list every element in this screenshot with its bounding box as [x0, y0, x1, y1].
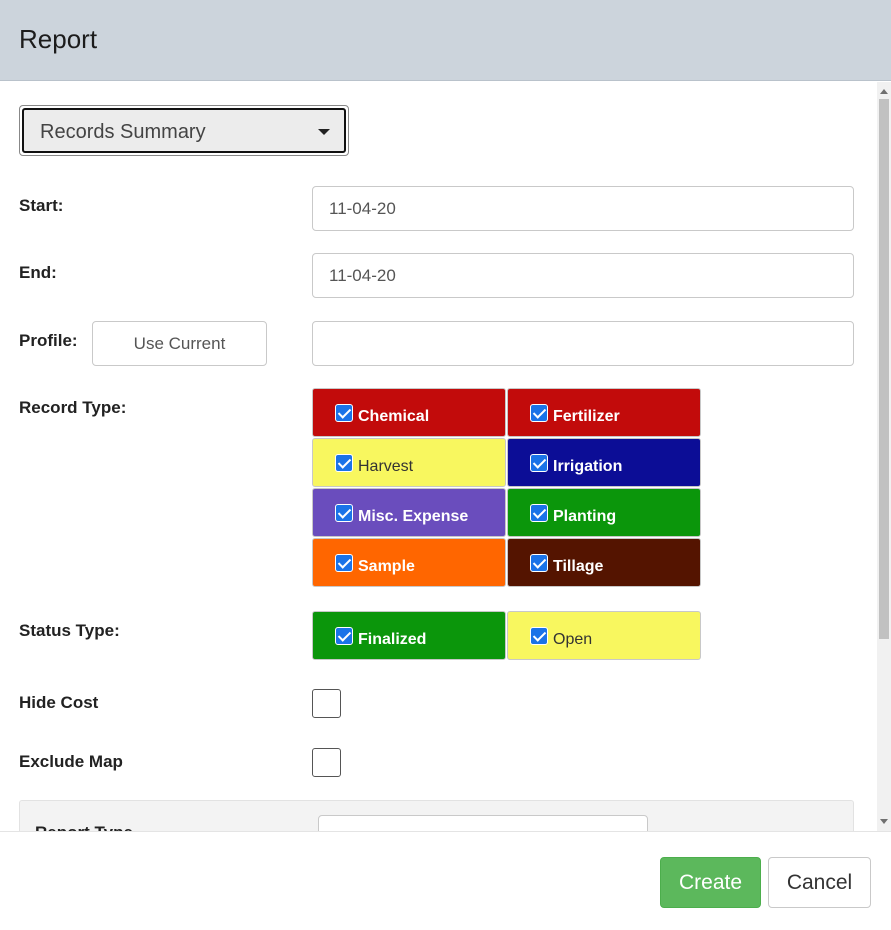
option-chemical[interactable]: Chemical [312, 388, 506, 437]
checked-checkbox-icon[interactable] [530, 504, 548, 522]
option-label: Chemical [358, 408, 430, 425]
modal-header: Report [0, 0, 891, 81]
exclude-map-label: Exclude Map [19, 752, 123, 771]
use-current-button[interactable]: Use Current [92, 321, 267, 366]
scroll-up-arrow-icon[interactable] [880, 89, 888, 94]
report-type-dropdown-inner[interactable]: Records Summary [22, 108, 346, 153]
report-type-label: Report Type [35, 823, 133, 831]
option-planting[interactable]: Planting [507, 488, 701, 537]
chevron-down-icon [318, 129, 330, 135]
checked-checkbox-icon[interactable] [335, 404, 353, 422]
start-date-input[interactable]: 11-04-20 [312, 186, 854, 231]
option-label: Fertilizer [553, 408, 620, 425]
option-misc-expense[interactable]: Misc. Expense [312, 488, 506, 537]
option-harvest[interactable]: Harvest [312, 438, 506, 487]
checked-checkbox-icon[interactable] [335, 504, 353, 522]
modal-title: Report [19, 24, 98, 54]
report-type-select[interactable] [318, 815, 648, 831]
scroll-down-arrow-icon[interactable] [880, 819, 888, 824]
option-tillage[interactable]: Tillage [507, 538, 701, 587]
checked-checkbox-icon[interactable] [335, 454, 353, 472]
end-label: End: [19, 263, 57, 282]
option-label: Sample [358, 558, 415, 575]
vertical-scrollbar[interactable] [877, 82, 891, 831]
modal-body: Records Summary Start: 11-04-20 End: 11-… [0, 82, 877, 831]
start-label: Start: [19, 196, 64, 215]
checked-checkbox-icon[interactable] [530, 454, 548, 472]
option-open[interactable]: Open [507, 611, 701, 660]
option-label: Planting [553, 508, 617, 525]
record-type-label: Record Type: [19, 398, 127, 417]
report-type-dropdown-value: Records Summary [40, 121, 206, 143]
option-label: Irrigation [553, 458, 623, 475]
hide-cost-label: Hide Cost [19, 693, 99, 712]
create-button[interactable]: Create [660, 857, 761, 908]
end-date-input[interactable]: 11-04-20 [312, 253, 854, 298]
option-sample[interactable]: Sample [312, 538, 506, 587]
checked-checkbox-icon[interactable] [335, 627, 353, 645]
option-label: Tillage [553, 558, 604, 575]
report-type-dropdown[interactable]: Records Summary [19, 105, 349, 156]
option-label: Open [553, 631, 593, 648]
profile-label: Profile: [19, 331, 78, 350]
scrollbar-thumb[interactable] [879, 99, 889, 639]
report-type-panel: Report Type [19, 800, 854, 831]
option-label: Finalized [358, 631, 427, 648]
option-fertilizer[interactable]: Fertilizer [507, 388, 701, 437]
option-irrigation[interactable]: Irrigation [507, 438, 701, 487]
option-label: Misc. Expense [358, 508, 469, 525]
hide-cost-checkbox[interactable] [312, 689, 341, 718]
status-type-label: Status Type: [19, 621, 120, 640]
profile-input[interactable] [312, 321, 854, 366]
checked-checkbox-icon[interactable] [335, 554, 353, 572]
checked-checkbox-icon[interactable] [530, 554, 548, 572]
exclude-map-checkbox[interactable] [312, 748, 341, 777]
modal-footer: Create Cancel [0, 831, 891, 930]
option-finalized[interactable]: Finalized [312, 611, 506, 660]
checked-checkbox-icon[interactable] [530, 627, 548, 645]
option-label: Harvest [358, 458, 414, 475]
checked-checkbox-icon[interactable] [530, 404, 548, 422]
cancel-button[interactable]: Cancel [768, 857, 871, 908]
